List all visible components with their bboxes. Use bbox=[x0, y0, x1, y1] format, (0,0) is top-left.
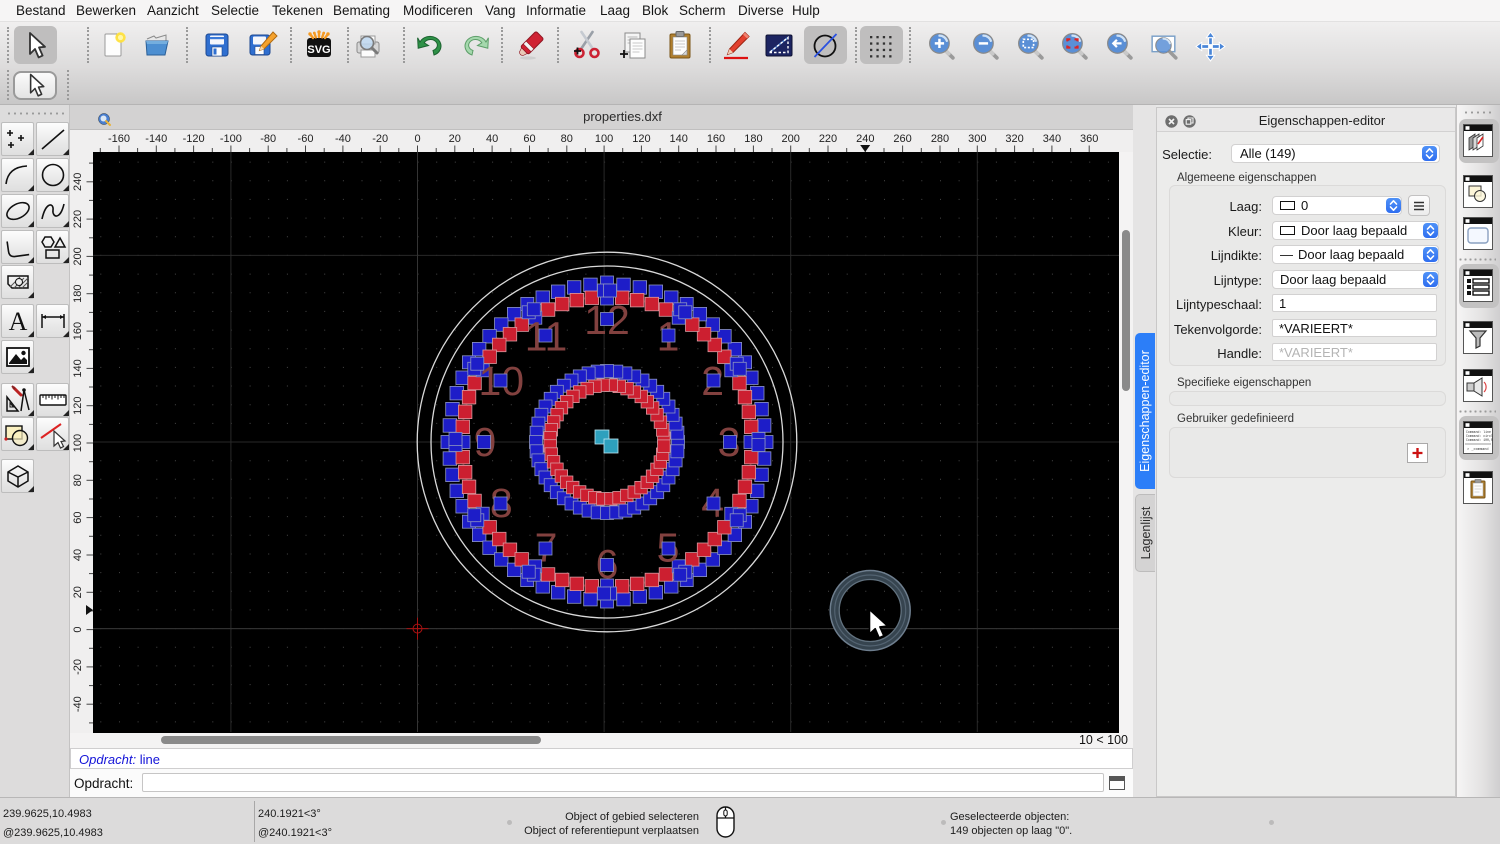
svg-text:60: 60 bbox=[72, 511, 84, 523]
svg-text:20: 20 bbox=[72, 586, 84, 598]
svg-text:340: 340 bbox=[1043, 133, 1061, 145]
svg-text:220: 220 bbox=[819, 133, 837, 145]
svg-text:260: 260 bbox=[893, 133, 911, 145]
svg-text:200: 200 bbox=[72, 247, 84, 265]
svg-text:-120: -120 bbox=[183, 133, 205, 145]
svg-text:40: 40 bbox=[486, 133, 498, 145]
svg-text:180: 180 bbox=[744, 133, 762, 145]
svg-text:300: 300 bbox=[968, 133, 986, 145]
svg-text:240: 240 bbox=[72, 173, 84, 191]
svg-text:> _command: > _command bbox=[1467, 447, 1489, 452]
svg-text:-80: -80 bbox=[260, 133, 276, 145]
svg-text:100: 100 bbox=[595, 133, 613, 145]
svg-text:120: 120 bbox=[72, 397, 84, 415]
svg-text:20: 20 bbox=[449, 133, 461, 145]
svg-text:0: 0 bbox=[414, 133, 420, 145]
svg-text:A: A bbox=[9, 307, 28, 336]
svg-text:280: 280 bbox=[931, 133, 949, 145]
svg-text:60: 60 bbox=[523, 133, 535, 145]
svg-text:100: 100 bbox=[72, 434, 84, 452]
svg-text:120: 120 bbox=[632, 133, 650, 145]
svg-text:-100: -100 bbox=[220, 133, 242, 145]
svg-text:160: 160 bbox=[707, 133, 725, 145]
svg-text:-40: -40 bbox=[335, 133, 351, 145]
svg-text:140: 140 bbox=[670, 133, 688, 145]
svg-text:80: 80 bbox=[72, 474, 84, 486]
svg-text:0: 0 bbox=[72, 627, 84, 633]
svg-text:-160: -160 bbox=[108, 133, 130, 145]
svg-text:80: 80 bbox=[561, 133, 573, 145]
svg-text:40: 40 bbox=[72, 549, 84, 561]
svg-text:140: 140 bbox=[72, 359, 84, 377]
svg-text:Command: 100,50: Command: 100,50 bbox=[1466, 438, 1493, 442]
svg-text:-20: -20 bbox=[72, 659, 84, 675]
svg-text:200: 200 bbox=[782, 133, 800, 145]
svg-text:180: 180 bbox=[72, 285, 84, 303]
svg-text:360: 360 bbox=[1080, 133, 1098, 145]
svg-text:-20: -20 bbox=[372, 133, 388, 145]
svg-text:160: 160 bbox=[72, 322, 84, 340]
svg-text:240: 240 bbox=[856, 133, 874, 145]
svg-text:-40: -40 bbox=[72, 696, 84, 712]
svg-text:220: 220 bbox=[72, 210, 84, 228]
svg-text:SVG: SVG bbox=[307, 44, 330, 56]
svg-text:-140: -140 bbox=[145, 133, 167, 145]
svg-text:-60: -60 bbox=[298, 133, 314, 145]
svg-text:320: 320 bbox=[1005, 133, 1023, 145]
